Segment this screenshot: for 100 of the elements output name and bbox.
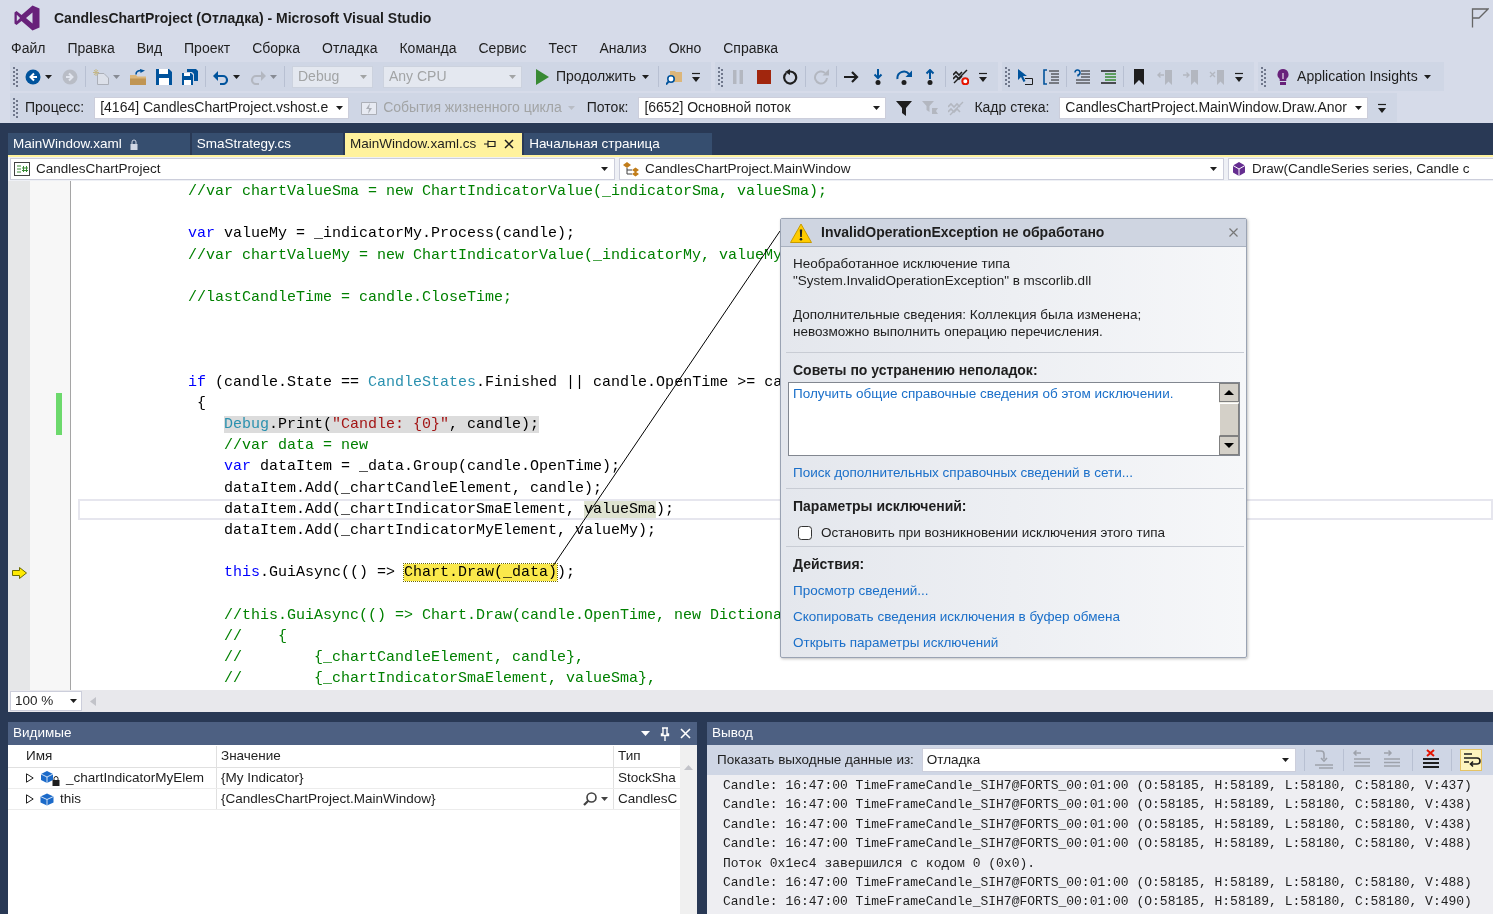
caret-icon[interactable] [601, 167, 608, 171]
menu-item[interactable]: Анализ [588, 40, 658, 57]
variable-name: this [60, 790, 81, 808]
code-line: dataItem.Add(_chartIndicatorSmaElement, valueSma); [224, 500, 675, 518]
variable-value: {CandlesChartProject.MainWindow} [221, 790, 437, 808]
pin-icon[interactable] [484, 139, 497, 149]
grip-icon[interactable] [718, 66, 724, 87]
grip-icon[interactable] [13, 97, 18, 118]
action-link[interactable]: Просмотр сведений... [793, 581, 929, 599]
search-link[interactable]: Поиск дополнительных справочных сведений в сети... [793, 464, 1133, 482]
caret-icon[interactable] [601, 797, 608, 801]
dropdown[interactable]: [6652] Основной поток [638, 96, 887, 119]
caret-icon[interactable] [873, 105, 881, 110]
menu-item[interactable]: Проект [173, 40, 242, 57]
magnifier-icon[interactable] [583, 792, 597, 806]
variable-name: _chartIndicatorMyElem [66, 769, 205, 787]
toolbar-label: Поток: [586, 99, 629, 116]
code-line: //lastCandleTime = candle.CloseTime; [188, 288, 513, 306]
dropdown[interactable]: Отладка [921, 748, 1296, 772]
document-tab[interactable]: SmaStrategy.cs [191, 133, 344, 155]
checkbox-label: Остановить при возникновении исключения этого типа [821, 524, 1165, 541]
open-folder-icon[interactable] [130, 68, 146, 85]
project-file-icon [14, 162, 30, 176]
column-header[interactable]: Тип [614, 746, 680, 767]
dropdown[interactable]: CandlesChartProject.MainWindow.Draw.Anor [1059, 96, 1369, 119]
column-header[interactable]: Имя [22, 746, 217, 767]
dropdown[interactable]: [4164] CandlesChartProject.vshost.e [94, 96, 350, 119]
filter-icon[interactable] [896, 99, 913, 116]
right-arrow-icon[interactable] [844, 68, 861, 85]
menu-item[interactable]: Правка [56, 40, 126, 57]
save-icon[interactable] [156, 68, 172, 85]
action-link[interactable]: Скопировать сведения исключения в буфер обмена [793, 608, 1120, 626]
code-line: // {_chartCandleElement, candle}, [224, 649, 585, 667]
continue-button[interactable]: Продолжить [532, 66, 652, 87]
save-all-icon[interactable] [182, 68, 198, 85]
grip-icon[interactable] [1261, 66, 1267, 87]
caret-icon[interactable] [1281, 758, 1289, 762]
dropdown-arrow-icon[interactable] [641, 731, 650, 736]
step-over-icon[interactable] [896, 68, 913, 85]
word-wrap-icon[interactable] [1459, 749, 1482, 771]
zoom-dropdown[interactable]: 100 % [10, 691, 82, 711]
action-link[interactable]: Открыть параметры исключений [793, 634, 999, 652]
project-dropdown[interactable]: CandlesChartProject [10, 158, 615, 180]
breakpoints-icon[interactable] [953, 68, 970, 85]
grip-icon[interactable] [1005, 66, 1011, 87]
menu-item[interactable]: Сервис [467, 40, 538, 57]
warning-icon [790, 222, 812, 243]
output-line: Candle: 16:47:00 TimeFrameCandle_SIH7@FORTS_00:01:00 (O:58185, H:58189, L:58180, C:58180, V:437) [723, 777, 1473, 795]
scrollbar-thumb[interactable] [1219, 403, 1239, 437]
help-link[interactable]: Получить общие справочные сведения об этом исключении. [793, 385, 1174, 403]
menu-item[interactable]: Команда [388, 40, 468, 57]
document-tab[interactable]: MainWindow.xaml.cs [345, 133, 523, 155]
document-tab[interactable]: Начальная страница [524, 133, 712, 155]
caret-icon[interactable] [70, 699, 77, 703]
break-on-exception-checkbox[interactable] [798, 525, 812, 540]
lightbulb-icon [1275, 68, 1292, 85]
caret-icon[interactable] [1355, 105, 1363, 110]
play-icon [534, 68, 550, 85]
output-line: Поток 0x1ec4 завершился с кодом 0 (0x0). [723, 854, 1037, 873]
output-line: Candle: 16:47:00 TimeFrameCandle_SIH7@FORTS_00:01:00 (O:58185, H:58189, L:58180, C:58180, V:438) [723, 796, 1473, 815]
type-dropdown[interactable]: CandlesChartProject.MainWindow [619, 158, 1224, 180]
find-in-files-icon[interactable] [666, 68, 683, 85]
column-header[interactable]: Значение [217, 746, 614, 767]
toolbar-overflow-icon[interactable] [1378, 102, 1387, 113]
comment-lines-icon[interactable] [1074, 68, 1091, 85]
caret-icon[interactable] [1210, 167, 1217, 171]
insights-button[interactable]: Application Insights [1273, 66, 1433, 87]
menu-item[interactable]: Сборка [241, 40, 312, 57]
stop-icon[interactable] [756, 68, 773, 85]
flag-outline-icon[interactable] [1471, 8, 1489, 28]
grip-icon[interactable] [13, 66, 18, 87]
caret-icon[interactable] [233, 74, 240, 79]
close-icon[interactable] [504, 139, 515, 149]
restart-icon[interactable] [782, 68, 799, 85]
caret-icon[interactable] [1423, 74, 1431, 79]
code-line: var dataItem = _data.Group(candle.OpenTime); [224, 458, 621, 476]
menu-item[interactable]: Справка [712, 40, 790, 57]
caret-icon[interactable] [336, 105, 344, 110]
menu-item[interactable]: Файл [0, 40, 57, 57]
expand-arrow-icon[interactable] [26, 773, 34, 783]
menu-item[interactable]: Тест [537, 40, 589, 57]
toolbar-overflow-icon[interactable] [979, 71, 988, 82]
caret-icon[interactable] [45, 74, 52, 79]
code-line: // { [224, 627, 288, 645]
menu-item[interactable]: Окно [657, 40, 713, 57]
menu-item[interactable]: Отладка [311, 40, 389, 57]
expand-arrow-icon[interactable] [26, 794, 34, 804]
cube-icon [40, 792, 54, 806]
code-line: //this.GuiAsync(() => Chart.Draw(candle.OpenTime, new Dictiona [224, 606, 783, 624]
toolbar-label: Процесс: [25, 99, 85, 116]
indent-lines-icon[interactable] [1100, 68, 1117, 85]
toolbar-overflow-icon[interactable] [692, 71, 701, 82]
member-dropdown[interactable]: Draw(CandleSeries series, Candle c [1228, 158, 1493, 180]
menu-item[interactable]: Вид [125, 40, 174, 57]
toolbar-overflow-icon[interactable] [1235, 71, 1244, 82]
code-line: // {_chartIndicatorSmaElement, valueSma}, [224, 670, 657, 688]
bracket-list-icon[interactable] [1043, 68, 1060, 85]
caret-icon[interactable] [642, 74, 650, 79]
document-tab[interactable]: MainWindow.xaml [8, 133, 190, 155]
cursor-box-icon[interactable] [1017, 68, 1034, 85]
